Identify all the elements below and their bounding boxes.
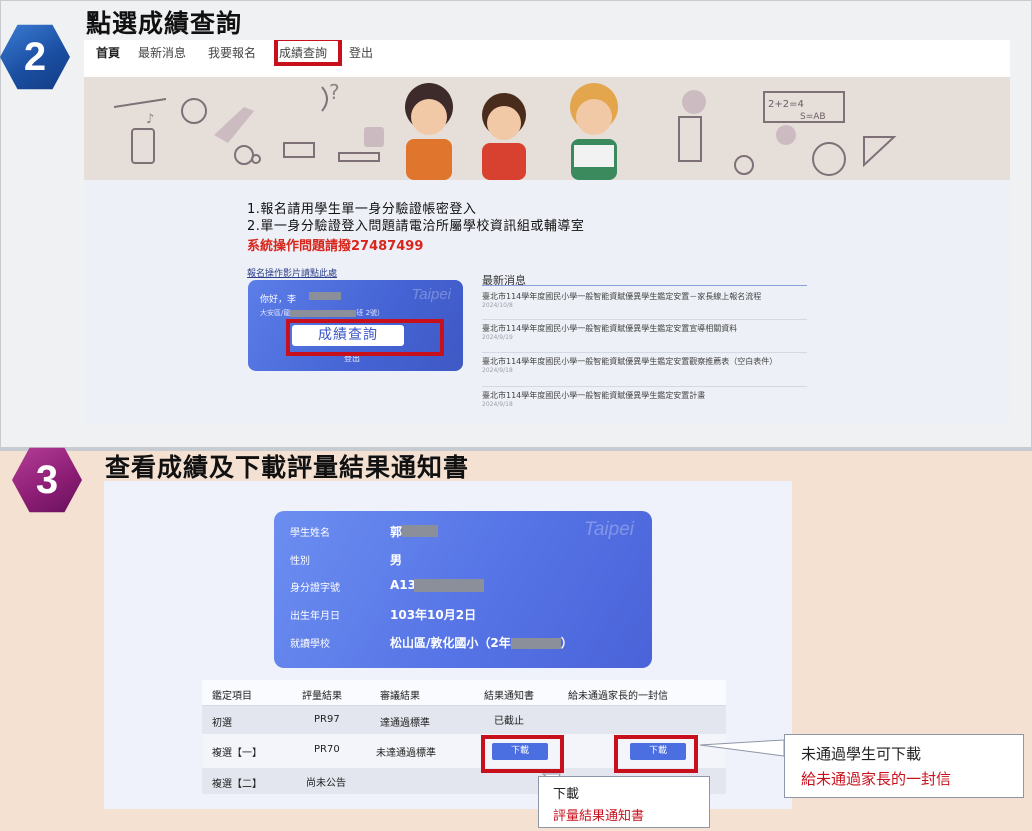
callout-notice-line2: 評量結果通知書	[553, 809, 645, 824]
callout-letter-line2: 給未通過家長的一封信	[801, 770, 952, 788]
callout-connectors	[541, 739, 785, 785]
callout-letter-pointer	[699, 739, 785, 757]
callout-letter: 未通過學生可下載 給未通過家長的一封信	[784, 734, 1024, 798]
callout-notice-line1: 下載	[553, 787, 580, 802]
callout-letter-line1: 未通過學生可下載	[801, 745, 922, 763]
callout-notice: 下載 評量結果通知書	[538, 776, 710, 828]
